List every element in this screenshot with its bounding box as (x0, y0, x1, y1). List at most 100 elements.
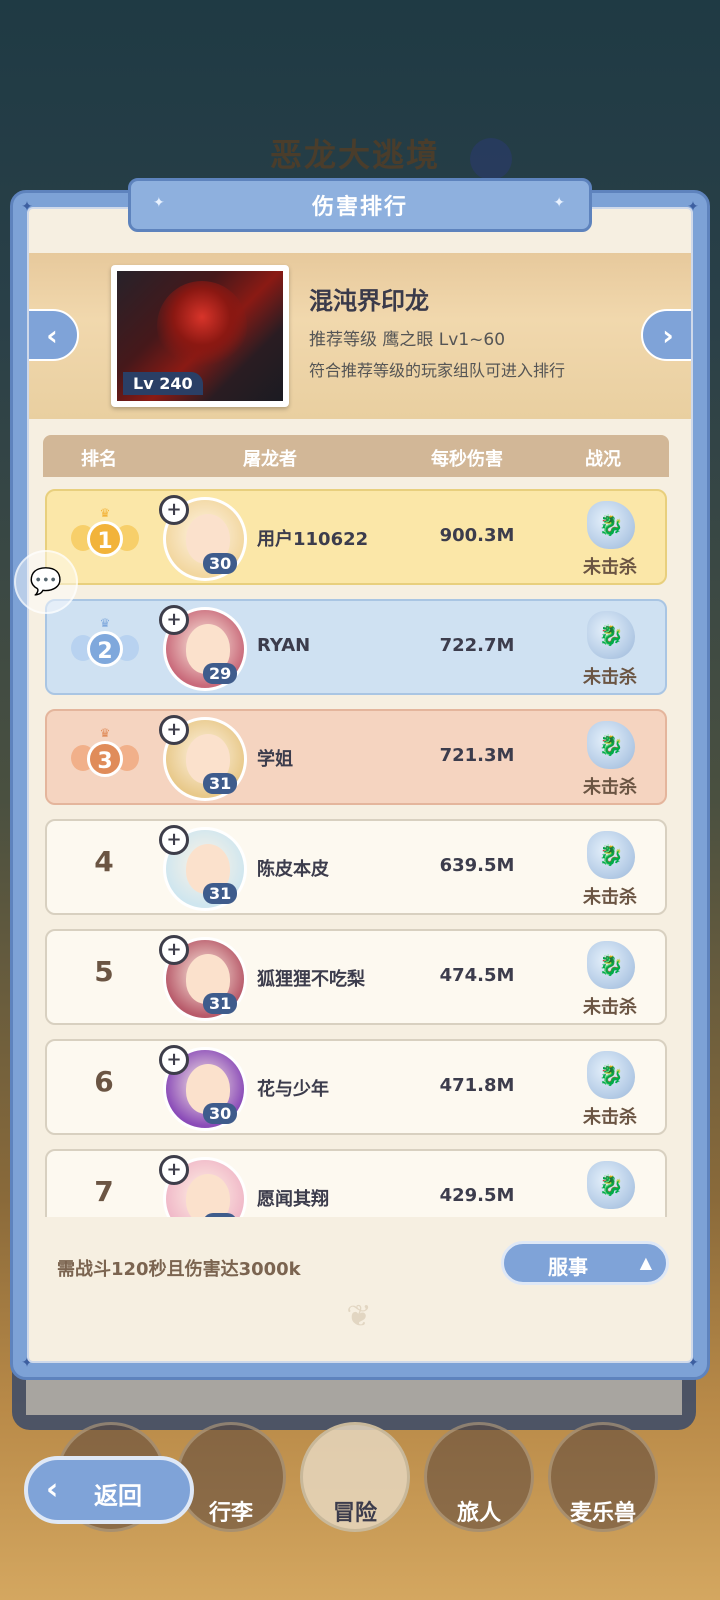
player-dps: 471.8M (439, 1075, 515, 1096)
server-select-button[interactable]: 服事 ▲ (501, 1241, 669, 1285)
header-status: 战况 (585, 449, 621, 470)
boss-note: 符合推荐等级的玩家组队可进入排行 (309, 361, 566, 380)
player-level: 31 (203, 773, 238, 794)
nav-pet[interactable]: 麦乐兽 (548, 1422, 658, 1532)
rank-medal-icon: ♛ 1 (71, 507, 139, 569)
background-badge-icon (470, 138, 512, 180)
player-name: 狐狸狸不吃梨 (257, 969, 365, 990)
class-icon: + (159, 935, 189, 965)
sparkle-icon: ✦ (153, 195, 167, 211)
crown-icon: ♛ (99, 726, 111, 740)
nav-luggage[interactable]: 行李 (176, 1422, 286, 1532)
kill-status: 未击杀 (583, 557, 637, 578)
dragon-status-icon: 🐉 (587, 941, 635, 989)
player-name: 花与少年 (257, 1079, 329, 1100)
chevron-left-icon: ‹ (46, 318, 58, 352)
dragon-status-icon: 🐉 (587, 721, 635, 769)
player-dps: 900.3M (439, 525, 515, 546)
nav-label: 行李 (208, 1501, 253, 1526)
triangle-up-icon: ▲ (639, 1253, 652, 1272)
rank-number: 5 (94, 955, 114, 988)
back-label: 返回 (94, 1482, 142, 1510)
table-row[interactable]: ♛ 1 + 30 用户110622 900.3M 🐉 未击杀 (45, 489, 667, 585)
class-icon: + (159, 1045, 189, 1075)
nav-label: 麦乐兽 (569, 1501, 636, 1526)
player-name: 学姐 (257, 749, 293, 770)
player-level: 31 (203, 883, 238, 904)
panel-title: ✦ 伤害排行 ✦ (128, 178, 592, 232)
panel-content: ‹ Lv 240 混沌界印龙 推荐等级 鹰之眼 Lv1~60 符合推荐等级的玩家… (27, 207, 693, 1363)
player-name: RYAN (257, 635, 311, 656)
sparkle-icon: ✦ (553, 195, 567, 211)
player-level: 30 (203, 1103, 238, 1124)
chevron-right-icon: › (662, 318, 674, 352)
class-icon: + (159, 825, 189, 855)
header-dps: 每秒伤害 (431, 449, 503, 470)
kill-status: 未击杀 (583, 667, 637, 688)
next-boss-button[interactable]: › (641, 309, 691, 361)
rank-number: 4 (94, 845, 114, 878)
player-name: 愿闻其翔 (257, 1189, 329, 1210)
background-title: 恶龙大逃境 (270, 136, 441, 174)
kill-status: 未击杀 (583, 777, 637, 798)
dragon-status-icon: 🐉 (587, 501, 635, 549)
nav-adventure[interactable]: 冒险 (300, 1422, 410, 1532)
class-icon: + (159, 605, 189, 635)
ornament-icon: ❦ (346, 1299, 372, 1334)
table-row[interactable]: ♛ 3 + 31 学姐 721.3M 🐉 未击杀 (45, 709, 667, 805)
table-row[interactable]: 6 + 30 花与少年 471.8M 🐉 未击杀 (45, 1039, 667, 1135)
boss-image: Lv 240 (117, 271, 283, 401)
dragon-status-icon: 🐉 (587, 1161, 635, 1209)
player-dps: 474.5M (439, 965, 515, 986)
requirement-note: 需战斗120秒且伤害达3000k (57, 1259, 301, 1280)
dragon-status-icon: 🐉 (587, 1051, 635, 1099)
boss-recommend-level: 推荐等级 鹰之眼 Lv1~60 (309, 330, 506, 350)
table-row[interactable]: 7 + 30 愿闻其翔 429.5M 🐉 未击杀 (45, 1149, 667, 1217)
boss-info: ‹ Lv 240 混沌界印龙 推荐等级 鹰之眼 Lv1~60 符合推荐等级的玩家… (29, 253, 691, 419)
kill-status: 未击杀 (567, 1213, 653, 1217)
player-dps: 722.7M (439, 635, 515, 656)
boss-portrait: Lv 240 (111, 265, 289, 407)
rank-medal-icon: ♛ 2 (71, 616, 139, 679)
class-icon: + (159, 715, 189, 745)
header-rank: 排名 (81, 449, 117, 470)
player-level: 30 (203, 1213, 238, 1217)
player-dps: 429.5M (439, 1185, 515, 1206)
table-header: 排名 屠龙者 每秒伤害 战况 (43, 435, 669, 477)
server-label: 服事 (548, 1255, 588, 1279)
player-name: 用户110622 (257, 529, 369, 550)
back-arrow-icon: ‹ (46, 1472, 59, 1507)
boss-level: Lv 240 (123, 372, 203, 395)
boss-name: 混沌界印龙 (309, 287, 429, 315)
rank-number: 1 (87, 521, 123, 557)
header-player: 屠龙者 (243, 449, 297, 470)
player-dps: 639.5M (439, 855, 515, 876)
player-level: 31 (203, 993, 238, 1014)
dragon-status-icon: 🐉 (587, 831, 635, 879)
kill-status: 未击杀 (583, 1107, 637, 1128)
rank-number: 7 (94, 1175, 114, 1208)
player-level: 29 (203, 663, 238, 684)
nav-label: 旅人 (456, 1501, 501, 1526)
table-row[interactable]: 5 + 31 狐狸狸不吃梨 474.5M 🐉 未击杀 (45, 929, 667, 1025)
class-icon: + (159, 1155, 189, 1185)
ranking-list[interactable]: ♛ 1 + 30 用户110622 900.3M 🐉 未击杀 ♛ 2 + 29 (45, 489, 667, 1217)
nav-label: 冒险 (332, 1501, 377, 1526)
avatar-face (186, 1174, 230, 1217)
panel-title-text: 伤害排行 (311, 195, 408, 220)
player-level: 30 (203, 553, 238, 574)
player-dps: 721.3M (439, 745, 515, 766)
back-button[interactable]: ‹ 返回 (24, 1456, 194, 1524)
ranking-panel: ✦ ✦ ✦ ✦ ‹ Lv 240 混沌界印龙 推荐等级 鹰之眼 Lv1~60 符… (10, 190, 710, 1380)
prev-boss-button[interactable]: ‹ (29, 309, 79, 361)
rank-number: 3 (87, 741, 123, 777)
kill-status: 未击杀 (583, 887, 637, 908)
table-row[interactable]: 4 + 31 陈皮本皮 639.5M 🐉 未击杀 (45, 819, 667, 915)
kill-status: 未击杀 (583, 997, 637, 1018)
dragon-status-icon: 🐉 (587, 611, 635, 659)
chat-bubble-icon[interactable]: 💬 (14, 550, 78, 614)
nav-traveler[interactable]: 旅人 (424, 1422, 534, 1532)
crown-icon: ♛ (99, 616, 111, 630)
player-name: 陈皮本皮 (257, 859, 329, 880)
table-row[interactable]: ♛ 2 + 29 RYAN 722.7M 🐉 未击杀 (45, 599, 667, 695)
